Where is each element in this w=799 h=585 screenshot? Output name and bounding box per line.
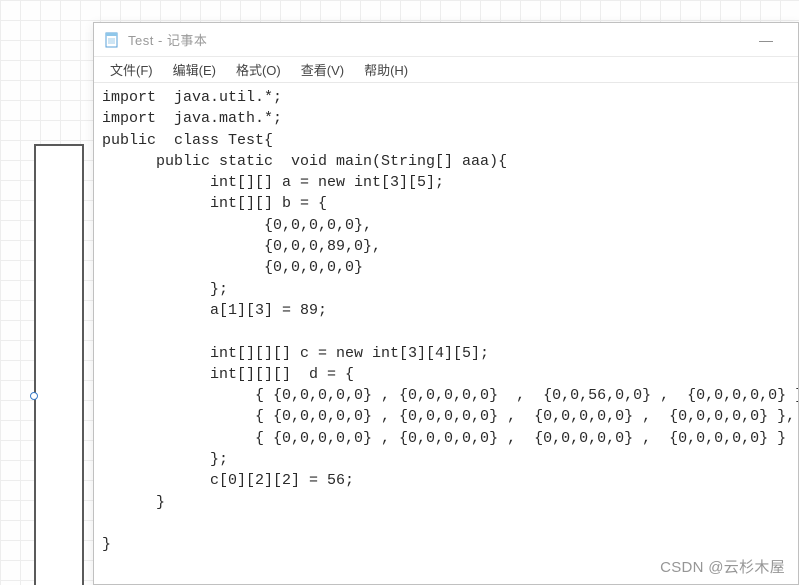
menu-help[interactable]: 帮助(H) — [354, 58, 418, 81]
window-controls: — — [744, 25, 788, 55]
watermark-text: CSDN @云杉木屋 — [660, 556, 785, 577]
titlebar[interactable]: Test - 记事本 — — [94, 23, 798, 57]
menubar: 文件(F) 编辑(E) 格式(O) 查看(V) 帮助(H) — [94, 57, 798, 83]
diagram-resize-handle[interactable] — [30, 392, 38, 400]
notepad-icon — [104, 32, 120, 48]
notepad-window: Test - 记事本 — 文件(F) 编辑(E) 格式(O) 查看(V) 帮助(… — [93, 22, 799, 585]
menu-format[interactable]: 格式(O) — [226, 58, 291, 81]
text-editor-area[interactable]: import java.util.*; import java.math.*; … — [94, 83, 798, 584]
menu-file[interactable]: 文件(F) — [100, 58, 163, 81]
menu-edit[interactable]: 编辑(E) — [163, 58, 226, 81]
diagram-rectangle-shape[interactable] — [34, 144, 84, 585]
minimize-button[interactable]: — — [744, 25, 788, 55]
window-title: Test - 记事本 — [128, 30, 744, 49]
menu-view[interactable]: 查看(V) — [291, 58, 354, 81]
